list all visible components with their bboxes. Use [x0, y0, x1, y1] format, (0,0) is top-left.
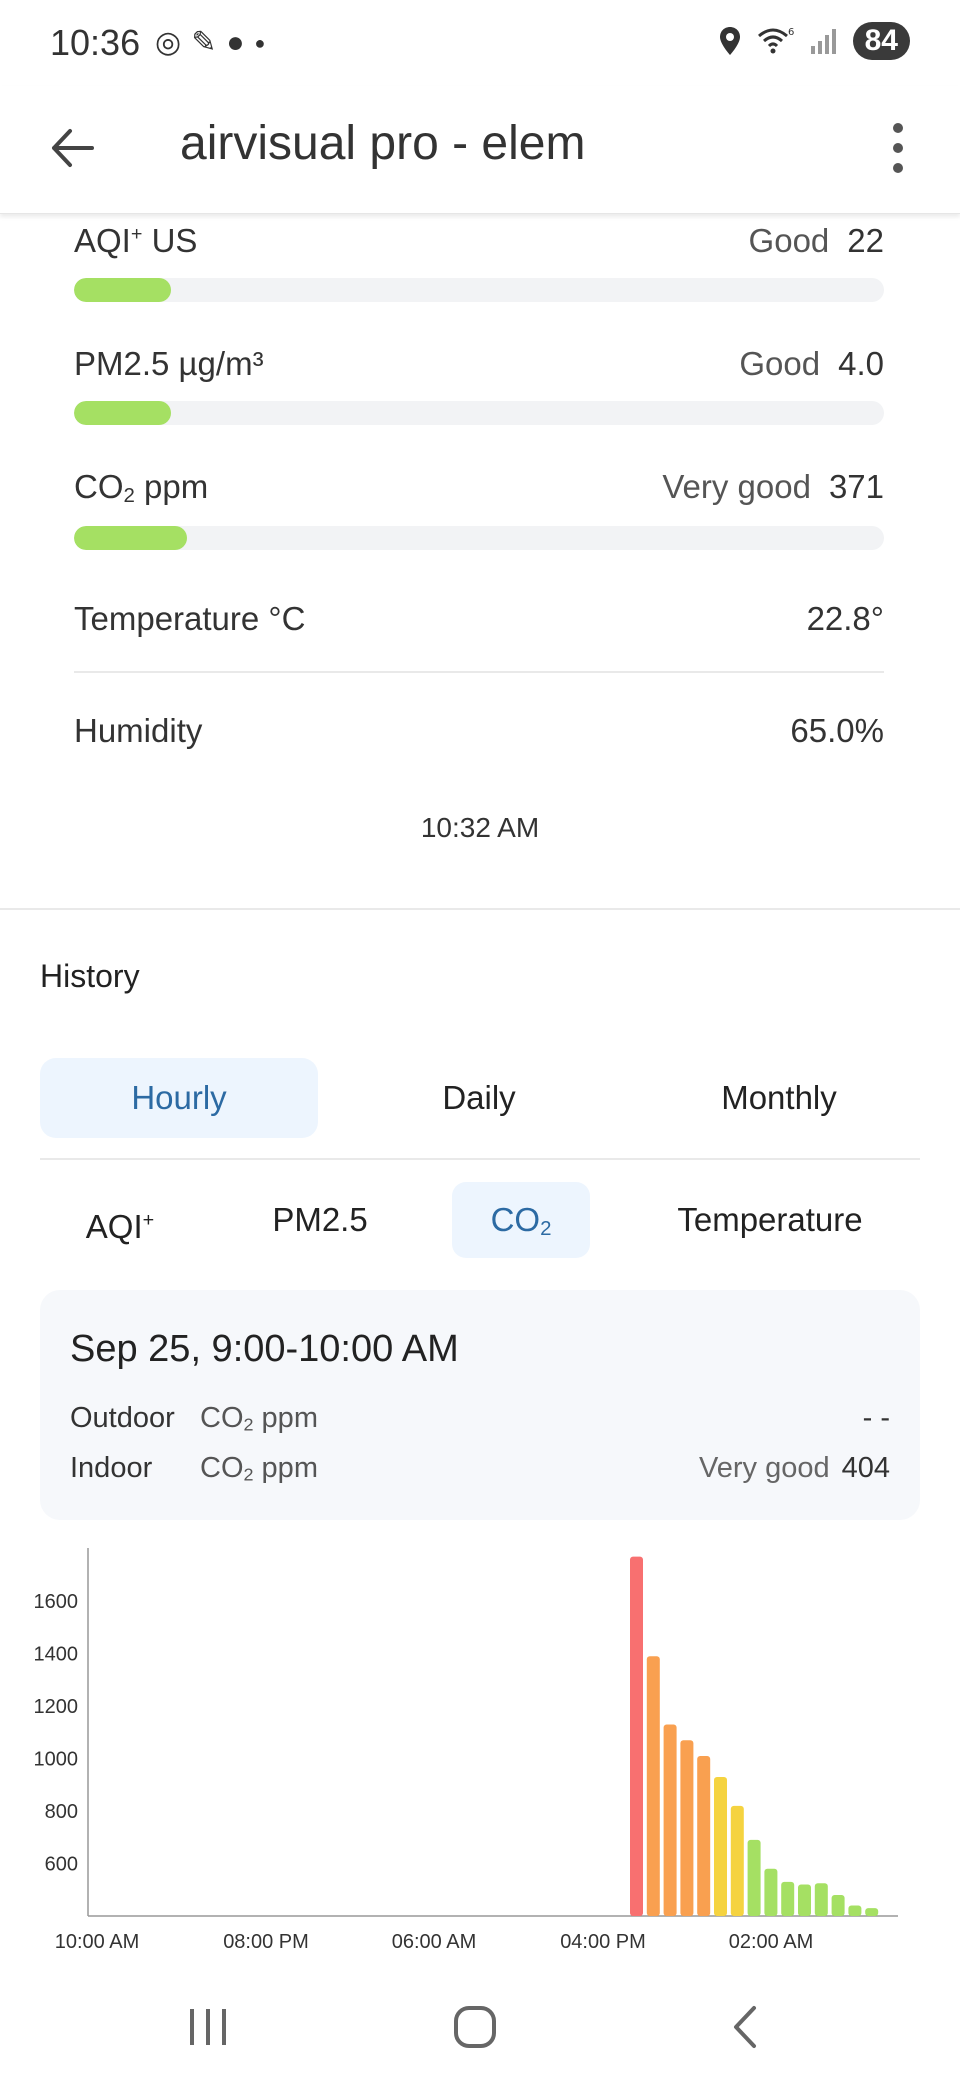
notification-icons: ◎ ✎ ● ●: [155, 26, 265, 60]
feather-icon: ✎: [191, 26, 217, 59]
reading-label: AQI+ US: [74, 222, 198, 259]
chart-bar: [630, 1556, 643, 1916]
summary-outdoor-value: - -: [862, 1402, 890, 1434]
reading-bar-track: [74, 526, 884, 551]
dot-icon: ●: [254, 33, 266, 53]
reading-status: Good: [739, 345, 821, 382]
summary-date: Sep 25, 9:00-10:00 AM: [70, 1328, 459, 1370]
summary-outdoor-unit: CO2 ppm: [200, 1402, 318, 1435]
reading-pm25: PM2.5 µg/m³ Good 4.0: [74, 345, 884, 425]
summary-indoor: Indoor CO2 ppm Very good 404: [70, 1452, 890, 1486]
system-back-icon[interactable]: [728, 2004, 762, 2050]
reading-value: 22: [847, 222, 884, 259]
history-summary-card: Sep 25, 9:00-10:00 AM Outdoor CO2 ppm - …: [40, 1290, 920, 1520]
more-options-icon[interactable]: [886, 118, 910, 178]
divider: [74, 671, 884, 673]
summary-outdoor-label: Outdoor: [70, 1402, 175, 1434]
reading-co2: CO2 ppm Very good 371: [74, 468, 884, 551]
reading-bar-fill: [74, 526, 188, 551]
chart-bar: [814, 1883, 828, 1916]
tab-pm25[interactable]: PM2.5: [230, 1182, 410, 1258]
tab-hourly[interactable]: Hourly: [40, 1058, 318, 1138]
back-arrow-icon[interactable]: [44, 118, 104, 178]
x-tick-label: 10:00 AM: [55, 1931, 140, 1953]
page-title: airvisual pro - elem: [180, 117, 586, 170]
reading-bar-fill: [74, 401, 172, 425]
reading-status: Very good: [662, 468, 811, 505]
chart-bar: [865, 1908, 879, 1916]
chat-bubble-icon: ●: [226, 26, 245, 59]
reading-label: PM2.5 µg/m³: [74, 345, 264, 382]
history-title: History: [40, 958, 140, 994]
y-tick-label: 1200: [34, 1696, 79, 1718]
recent-apps-icon[interactable]: [186, 2005, 230, 2049]
y-tick-label: 800: [45, 1801, 78, 1823]
chart-bar: [646, 1656, 660, 1916]
chart-bar: [714, 1776, 727, 1916]
humidity-value: 65.0%: [790, 712, 884, 749]
temperature-label: Temperature °C: [74, 600, 306, 637]
metric-tabs: AQI+ PM2.5 CO2 Temperature: [40, 1182, 920, 1258]
chart-bar: [831, 1895, 845, 1916]
x-tick-label: 02:00 AM: [729, 1931, 814, 1953]
tab-monthly[interactable]: Monthly: [640, 1058, 918, 1138]
chart-bar: [730, 1805, 744, 1916]
x-tick-label: 06:00 AM: [392, 1931, 477, 1953]
humidity-row: Humidity 65.0%: [74, 712, 884, 750]
location-pin-icon: [719, 27, 740, 55]
wifi-icon: 6: [757, 27, 794, 54]
battery-indicator: 84: [852, 22, 910, 60]
y-tick-label: 1400: [34, 1644, 79, 1666]
y-tick-label: 1000: [34, 1749, 79, 1771]
section-divider: [0, 908, 960, 910]
app-bar: airvisual pro - elem: [0, 86, 960, 214]
chart-bar: [747, 1839, 761, 1916]
temperature-row: Temperature °C 22.8°: [74, 600, 884, 638]
reading-label: CO2 ppm: [74, 468, 209, 508]
reading-bar-fill: [74, 278, 172, 302]
x-tick-label: 04:00 PM: [560, 1931, 646, 1953]
y-tick-label: 600: [45, 1854, 78, 1876]
reading-value: 4.0: [838, 345, 884, 382]
temperature-value: 22.8°: [806, 600, 884, 637]
chart-bar: [764, 1868, 778, 1916]
chart-bar: [697, 1755, 711, 1916]
tab-daily[interactable]: Daily: [340, 1058, 618, 1138]
summary-indoor-label: Indoor: [70, 1452, 153, 1484]
tab-temperature[interactable]: Temperature: [640, 1182, 900, 1258]
reading-bar-track: [74, 401, 884, 425]
reading-aqi: AQI+ US Good 22: [74, 222, 884, 302]
reading-status: Good: [748, 222, 830, 259]
x-tick-label: 08:00 PM: [223, 1931, 309, 1953]
tab-aqi[interactable]: AQI+: [40, 1182, 200, 1258]
y-tick-label: 1600: [34, 1591, 79, 1613]
last-updated-time: 10:32 AM: [420, 812, 540, 843]
svg-text:6: 6: [788, 27, 794, 38]
reading-bar-track: [74, 278, 884, 302]
summary-indoor-unit: CO2 ppm: [200, 1452, 318, 1485]
system-nav-bar: [0, 1960, 960, 2081]
reading-value: 371: [828, 468, 884, 505]
chart-bar: [663, 1724, 677, 1916]
signal-icon: [810, 29, 836, 54]
range-tabs: Hourly Daily Monthly: [40, 1058, 920, 1138]
summary-indoor-status: Very good: [699, 1452, 830, 1484]
system-icons: 6 84: [719, 22, 910, 60]
status-bar: 10:36 ◎ ✎ ● ● 6 84: [0, 0, 960, 86]
tab-co2[interactable]: CO2: [452, 1182, 590, 1258]
summary-indoor-value: 404: [841, 1452, 890, 1484]
humidity-label: Humidity: [74, 712, 203, 749]
summary-outdoor: Outdoor CO2 ppm - -: [70, 1402, 890, 1436]
chart-bar: [680, 1740, 694, 1916]
home-icon[interactable]: [452, 2004, 498, 2050]
status-time: 10:36: [50, 22, 141, 63]
at-sign-icon: ◎: [155, 26, 182, 59]
tabs-divider: [40, 1158, 920, 1160]
chart-bar: [848, 1905, 862, 1916]
chart-bar: [781, 1881, 795, 1916]
co2-history-chart[interactable]: 600 800 1000 1200 1400 1600 10:00 AM 08:00 PM 06…: [0, 1540, 960, 1960]
chart-bar: [798, 1884, 811, 1916]
